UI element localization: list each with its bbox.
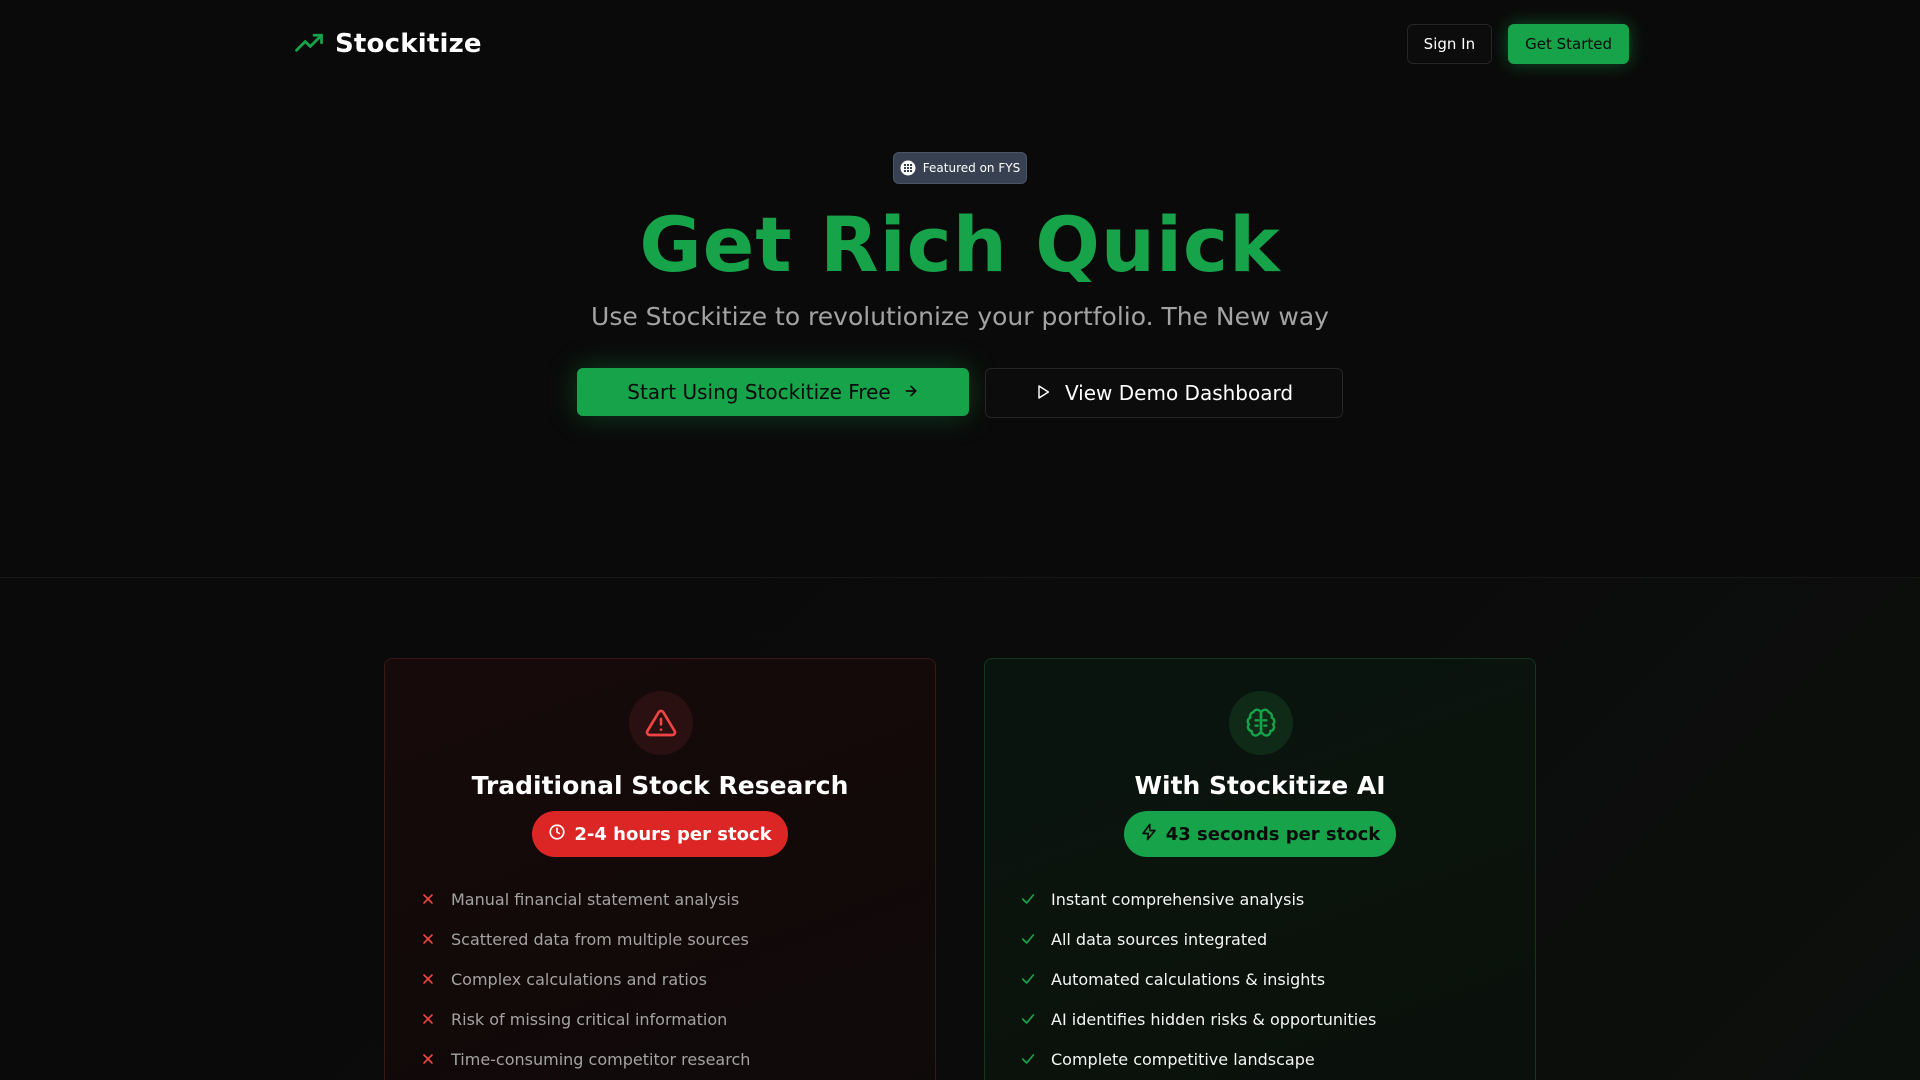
- globe-icon: [900, 160, 916, 176]
- hero-subtitle: Use Stockitize to revolutionize your por…: [591, 302, 1329, 331]
- comparison-section: Traditional Stock Research 2-4 hours per…: [0, 578, 1920, 1080]
- top-nav: Stockitize Sign In Get Started: [0, 0, 1920, 88]
- list-item-label: Time-consuming competitor research: [451, 1049, 751, 1069]
- list-item-label: Manual financial statement analysis: [451, 889, 740, 909]
- list-item: Scattered data from multiple sources: [419, 919, 750, 959]
- cta-row: Start Using Stockitize Free View Demo Da…: [577, 368, 1343, 418]
- sign-in-button[interactable]: Sign In: [1406, 24, 1493, 64]
- check-icon: [1019, 1050, 1037, 1068]
- list-item: Risk of missing critical information: [419, 999, 750, 1039]
- x-icon: [419, 1010, 437, 1028]
- get-started-button[interactable]: Get Started: [1508, 24, 1629, 64]
- featured-badge[interactable]: Featured on FYS: [893, 152, 1027, 184]
- list-item-label: Instant comprehensive analysis: [1051, 889, 1305, 909]
- hero-title: Get Rich Quick: [639, 200, 1281, 289]
- list-item: AI identifies hidden risks & opportuniti…: [1019, 999, 1376, 1039]
- check-icon: [1019, 970, 1037, 988]
- x-icon: [419, 890, 437, 908]
- x-icon: [419, 970, 437, 988]
- brain-icon: [1229, 691, 1293, 755]
- list-item-label: Scattered data from multiple sources: [451, 929, 749, 949]
- featured-badge-label: Featured on FYS: [922, 161, 1021, 175]
- stockitize-card-title: With Stockitize AI: [1134, 771, 1386, 800]
- landing-page: Stockitize Sign In Get Started Featured …: [0, 0, 1920, 1080]
- list-item-label: Complete competitive landscape: [1051, 1049, 1315, 1069]
- traditional-research-card: Traditional Stock Research 2-4 hours per…: [384, 658, 936, 1080]
- lightning-icon: [1140, 823, 1158, 846]
- play-icon: [1035, 381, 1051, 405]
- list-item: Time-consuming competitor research: [419, 1039, 750, 1079]
- list-item: Complete competitive landscape: [1019, 1039, 1376, 1079]
- list-item-label: Complex calculations and ratios: [451, 969, 707, 989]
- check-icon: [1019, 890, 1037, 908]
- list-item: Complex calculations and ratios: [419, 959, 750, 999]
- start-free-button[interactable]: Start Using Stockitize Free: [577, 368, 969, 416]
- stockitize-feature-list: Instant comprehensive analysis All data …: [1019, 879, 1376, 1079]
- clock-icon: [548, 823, 566, 846]
- check-icon: [1019, 930, 1037, 948]
- trending-up-icon: [293, 28, 325, 60]
- view-demo-label: View Demo Dashboard: [1064, 381, 1294, 405]
- brand-name: Stockitize: [335, 29, 482, 59]
- view-demo-button[interactable]: View Demo Dashboard: [985, 368, 1343, 418]
- list-item: Manual financial statement analysis: [419, 879, 750, 919]
- nav-actions: Sign In Get Started: [1406, 24, 1629, 64]
- hero-section: Featured on FYS Get Rich Quick Use Stock…: [0, 88, 1920, 578]
- list-item-label: Risk of missing critical information: [451, 1009, 728, 1029]
- check-icon: [1019, 1010, 1037, 1028]
- traditional-time-badge: 2-4 hours per stock: [532, 811, 788, 857]
- list-item: Instant comprehensive analysis: [1019, 879, 1376, 919]
- x-icon: [419, 930, 437, 948]
- brand[interactable]: Stockitize: [293, 26, 482, 62]
- traditional-card-title: Traditional Stock Research: [471, 771, 849, 800]
- list-item-label: Automated calculations & insights: [1051, 969, 1326, 989]
- traditional-time-label: 2-4 hours per stock: [574, 823, 772, 845]
- list-item: All data sources integrated: [1019, 919, 1376, 959]
- stockitize-ai-card: With Stockitize AI 43 seconds per stock …: [984, 658, 1536, 1080]
- x-icon: [419, 1050, 437, 1068]
- arrow-right-icon: [903, 380, 919, 404]
- list-item-label: All data sources integrated: [1051, 929, 1268, 949]
- warning-triangle-icon: [629, 691, 693, 755]
- stockitize-time-badge: 43 seconds per stock: [1124, 811, 1396, 857]
- traditional-feature-list: Manual financial statement analysis Scat…: [419, 879, 750, 1079]
- list-item: Automated calculations & insights: [1019, 959, 1376, 999]
- stockitize-time-label: 43 seconds per stock: [1165, 823, 1381, 845]
- start-free-label: Start Using Stockitize Free: [627, 380, 891, 404]
- list-item-label: AI identifies hidden risks & opportuniti…: [1051, 1009, 1377, 1029]
